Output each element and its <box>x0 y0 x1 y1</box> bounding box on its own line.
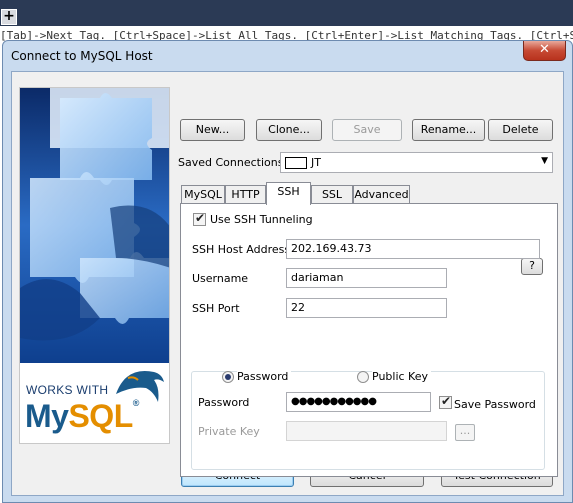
auth-publickey-label: Public Key <box>372 370 431 383</box>
dialog-titlebar[interactable]: Connect to MySQL Host ✕ <box>3 41 572 71</box>
tab-mysql[interactable]: MySQL <box>181 185 225 204</box>
chevron-down-icon: ▼ <box>541 156 548 166</box>
registered-mark: ® <box>132 398 140 408</box>
connection-color-swatch <box>285 157 307 169</box>
save-password-label: Save Password <box>454 398 536 411</box>
password-label: Password <box>198 396 250 409</box>
use-ssh-tunneling-label: Use SSH Tunneling <box>210 213 313 226</box>
close-button[interactable]: ✕ <box>523 41 566 61</box>
browse-private-key-button[interactable]: ... <box>455 424 475 441</box>
private-key-label: Private Key <box>198 425 260 438</box>
saved-connections-value: JT <box>311 156 321 169</box>
ssh-host-label: SSH Host Address <box>192 243 291 256</box>
mysql-logo-text: MySQL® <box>25 398 139 435</box>
saved-connections-label: Saved Connections <box>178 156 284 169</box>
tab-ssh[interactable]: SSH <box>266 182 311 205</box>
checkmark-icon: ✔ <box>195 211 206 225</box>
mysql-logo-my: My <box>25 398 69 434</box>
username-label: Username <box>192 272 249 285</box>
radio-selected-dot <box>225 374 231 380</box>
password-input[interactable]: ●●●●●●●●●●● <box>286 392 431 412</box>
ssh-port-input[interactable]: 22 <box>286 298 447 318</box>
saved-connections-select[interactable]: JT ▼ <box>280 152 553 173</box>
tab-http[interactable]: HTTP <box>225 185 266 204</box>
checkmark-icon: ✔ <box>441 394 452 408</box>
background-editor-toolbar: + <box>0 0 573 28</box>
help-button[interactable]: ? <box>521 258 543 275</box>
delete-button[interactable]: Delete <box>488 119 553 141</box>
auth-publickey-radio[interactable] <box>357 371 369 383</box>
save-password-checkbox[interactable]: ✔ <box>439 394 452 409</box>
background-dark-strip <box>0 0 573 26</box>
username-input[interactable]: dariaman <box>286 268 447 288</box>
tab-ssl[interactable]: SSL <box>311 185 353 204</box>
ssh-host-input[interactable]: 202.169.43.73 <box>286 239 540 259</box>
rename-button[interactable]: Rename... <box>412 119 485 141</box>
auth-password-radio[interactable] <box>222 371 234 383</box>
save-button[interactable]: Save <box>332 119 402 141</box>
use-ssh-tunneling-checkbox[interactable]: ✔ <box>193 211 206 226</box>
new-button[interactable]: New... <box>180 119 245 141</box>
branding-image-panel: WORKS WITH MySQL® <box>19 87 170 444</box>
dialog-client-area: WORKS WITH MySQL® New... Clone... Save R… <box>11 71 564 496</box>
dialog-title: Connect to MySQL Host <box>11 49 153 63</box>
mysql-logo-sql: SQL <box>68 398 133 434</box>
private-key-input[interactable] <box>286 421 447 441</box>
ssh-port-label: SSH Port <box>192 302 240 315</box>
connect-dialog: Connect to MySQL Host ✕ WORKS WITH MySQL… <box>2 40 573 503</box>
works-with-text: WORKS WITH <box>26 383 109 397</box>
puzzle-hands-image <box>20 88 169 363</box>
auth-password-label: Password <box>237 370 292 383</box>
add-tab-button[interactable]: + <box>1 9 17 25</box>
clone-button[interactable]: Clone... <box>256 119 322 141</box>
ssh-tab-panel: ✔ Use SSH Tunneling ? SSH Host Address 2… <box>180 203 558 477</box>
tab-advanced[interactable]: Advanced <box>353 185 410 204</box>
